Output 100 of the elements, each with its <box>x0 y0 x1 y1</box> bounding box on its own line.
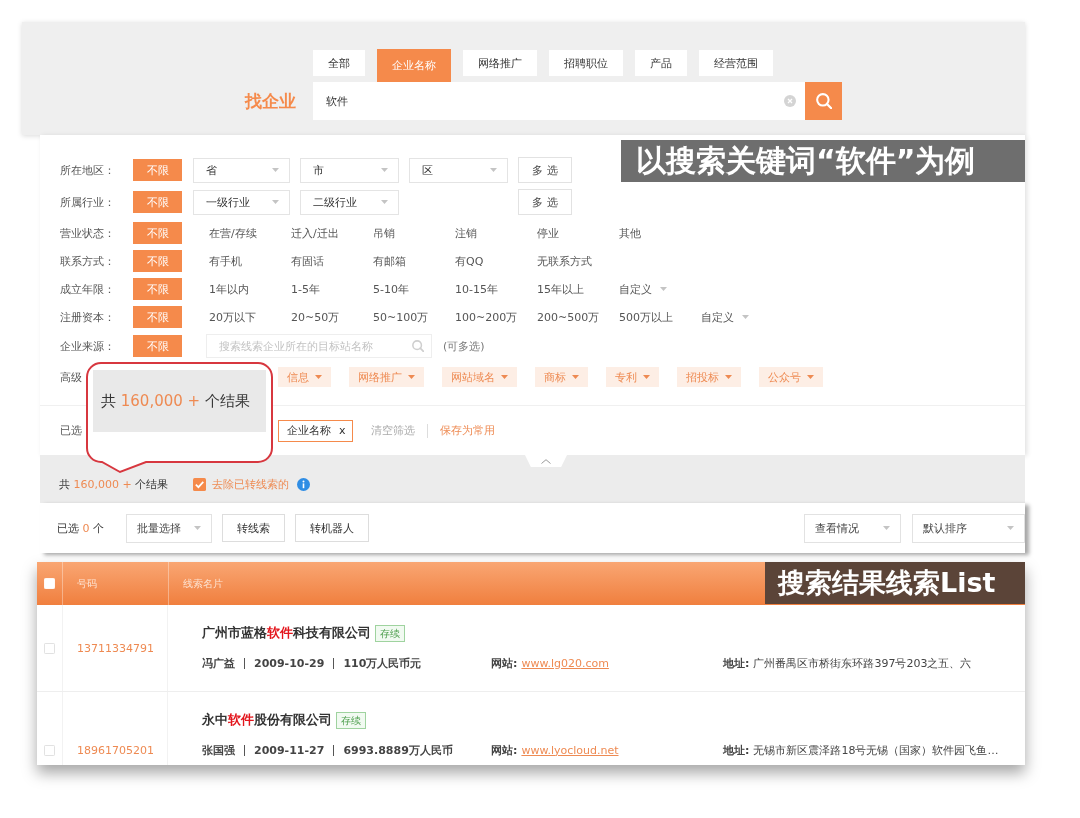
collapse-toggle[interactable] <box>525 455 567 467</box>
filter-option[interactable]: 无联系方式 <box>537 253 592 269</box>
phone-number: 18961705201 <box>77 744 154 757</box>
filter-option[interactable]: 10-15年 <box>455 281 498 297</box>
filter-option[interactable]: 其他 <box>619 225 641 241</box>
caret-icon <box>643 375 650 379</box>
filter-option[interactable]: 有手机 <box>209 253 242 269</box>
filter-option[interactable]: 注销 <box>455 225 477 241</box>
select-dropdown[interactable]: 省 <box>193 157 290 183</box>
caret-icon <box>194 526 201 530</box>
select-dropdown[interactable]: 一级行业 <box>193 189 290 215</box>
select-dropdown[interactable]: 二级行业 <box>300 189 399 215</box>
batch-select-dropdown[interactable]: 批量选择 <box>126 513 212 543</box>
filter-label: 注册资本： <box>60 309 116 325</box>
filter-option[interactable]: 在营/存续 <box>209 225 257 241</box>
caret-icon <box>408 375 415 379</box>
filter-label: 高级 <box>60 369 83 385</box>
filter-label: 已选 <box>60 423 83 438</box>
company-name[interactable]: 永中软件股份有限公司 <box>202 711 332 729</box>
action-button[interactable]: 转机器人 <box>295 514 369 542</box>
filter-option[interactable]: 1年以内 <box>209 281 249 297</box>
address-label: 地址: <box>723 742 750 758</box>
caret-icon <box>807 375 814 379</box>
exclude-checkbox[interactable] <box>193 477 207 491</box>
registered-capital: 110万人民币元 <box>343 655 422 671</box>
caret-icon <box>660 287 667 291</box>
caret-icon <box>572 375 579 379</box>
filter-option[interactable]: 停业 <box>537 225 559 241</box>
website-label: 网站: <box>491 655 518 671</box>
search-tab[interactable]: 产品 <box>635 50 687 76</box>
search-tab[interactable]: 全部 <box>313 50 365 76</box>
filter-option[interactable]: 5-10年 <box>373 281 409 297</box>
custom-dropdown[interactable]: 自定义 <box>619 281 667 297</box>
result-count: 共 160,000 + 个结果 <box>59 476 169 492</box>
select-dropdown[interactable]: 区 <box>409 157 508 183</box>
address-label: 地址: <box>723 655 750 671</box>
caret-icon <box>883 526 890 530</box>
row-checkbox[interactable] <box>44 642 55 654</box>
filter-option[interactable]: 吊销 <box>373 225 395 241</box>
multi-select-button[interactable]: 多选 <box>518 189 572 215</box>
caret-icon <box>725 375 732 379</box>
info-icon[interactable] <box>297 477 311 491</box>
callout-text: 共 160,000 + 个结果 <box>93 370 266 432</box>
filter-option[interactable]: 迁入/迁出 <box>291 225 339 241</box>
founded-date: 2009-10-29 <box>254 656 325 670</box>
filter-label: 所在地区： <box>60 162 116 178</box>
page-title: 找企业 <box>245 89 296 113</box>
caret-icon <box>315 375 322 379</box>
annotation-label: 搜索结果线索List <box>765 562 1025 604</box>
registered-capital: 6993.8889万人民币 <box>343 742 453 758</box>
action-button[interactable]: 转线索 <box>222 514 285 542</box>
annotation-label: 以搜索关键词“软件”为例 <box>621 140 1025 182</box>
status-badge: 存续 <box>336 711 366 729</box>
filter-option[interactable]: 1-5年 <box>291 281 320 297</box>
row-checkbox[interactable] <box>44 745 55 756</box>
filter-option[interactable]: 有QQ <box>455 253 484 269</box>
filter-label: 联系方式： <box>60 253 116 269</box>
filter-option[interactable]: 50~100万 <box>373 309 429 325</box>
filter-label: 成立年限： <box>60 281 116 297</box>
search-icon <box>815 93 832 109</box>
caret-icon <box>742 315 749 319</box>
filter-option[interactable]: 100~200万 <box>455 309 518 325</box>
filter-option[interactable]: 15年以上 <box>537 281 584 297</box>
caret-icon <box>272 168 279 172</box>
filter-option[interactable]: 有固话 <box>291 253 324 269</box>
filter-label: 所属行业： <box>60 194 116 210</box>
filter-label: 企业来源： <box>60 338 116 354</box>
multi-select-button[interactable]: 多选 <box>518 157 572 183</box>
select-all-checkbox[interactable] <box>44 578 55 589</box>
caret-icon <box>272 200 279 204</box>
search-tab[interactable]: 招聘职位 <box>549 50 623 76</box>
search-tab[interactable]: 网络推广 <box>463 50 537 76</box>
search-tab[interactable]: 经营范围 <box>699 50 773 76</box>
filter-option[interactable]: 20万以下 <box>209 309 256 325</box>
caret-icon <box>381 200 388 204</box>
search-button[interactable] <box>805 82 842 120</box>
filter-option[interactable]: 有邮箱 <box>373 253 406 269</box>
filter-option[interactable]: 500万以上 <box>619 309 673 325</box>
caret-icon <box>501 375 508 379</box>
founded-date: 2009-11-27 <box>254 743 325 757</box>
address-text: 广州番禺区市桥街东环路397号203之五、六 <box>753 655 972 671</box>
select-dropdown[interactable]: 市 <box>300 157 399 183</box>
filter-option[interactable]: 20~50万 <box>291 309 340 325</box>
search-icon <box>412 340 424 352</box>
clear-icon[interactable] <box>784 95 796 107</box>
sort-dropdown[interactable]: 默认排序 <box>912 513 1025 543</box>
column-header: 号码 <box>77 576 97 591</box>
address-text: 无锡市新区震泽路18号无锡（国家）软件园飞鱼… <box>753 742 999 758</box>
selected-count: 已选 0 个 <box>57 520 104 536</box>
company-name[interactable]: 广州市蓝格软件科技有限公司 <box>202 624 371 642</box>
view-dropdown[interactable]: 查看情况 <box>804 513 901 543</box>
caret-icon <box>1007 526 1014 530</box>
custom-dropdown[interactable]: 自定义 <box>701 309 749 325</box>
search-field[interactable]: 软件 <box>313 82 805 120</box>
filter-option[interactable]: 200~500万 <box>537 309 600 325</box>
legal-person: 冯广益 <box>202 655 235 671</box>
filter-tag[interactable]: 企业名称 x <box>278 419 353 442</box>
remove-button[interactable]: x <box>339 424 346 437</box>
status-badge: 存续 <box>375 624 405 642</box>
phone-number: 13711334791 <box>77 641 154 655</box>
